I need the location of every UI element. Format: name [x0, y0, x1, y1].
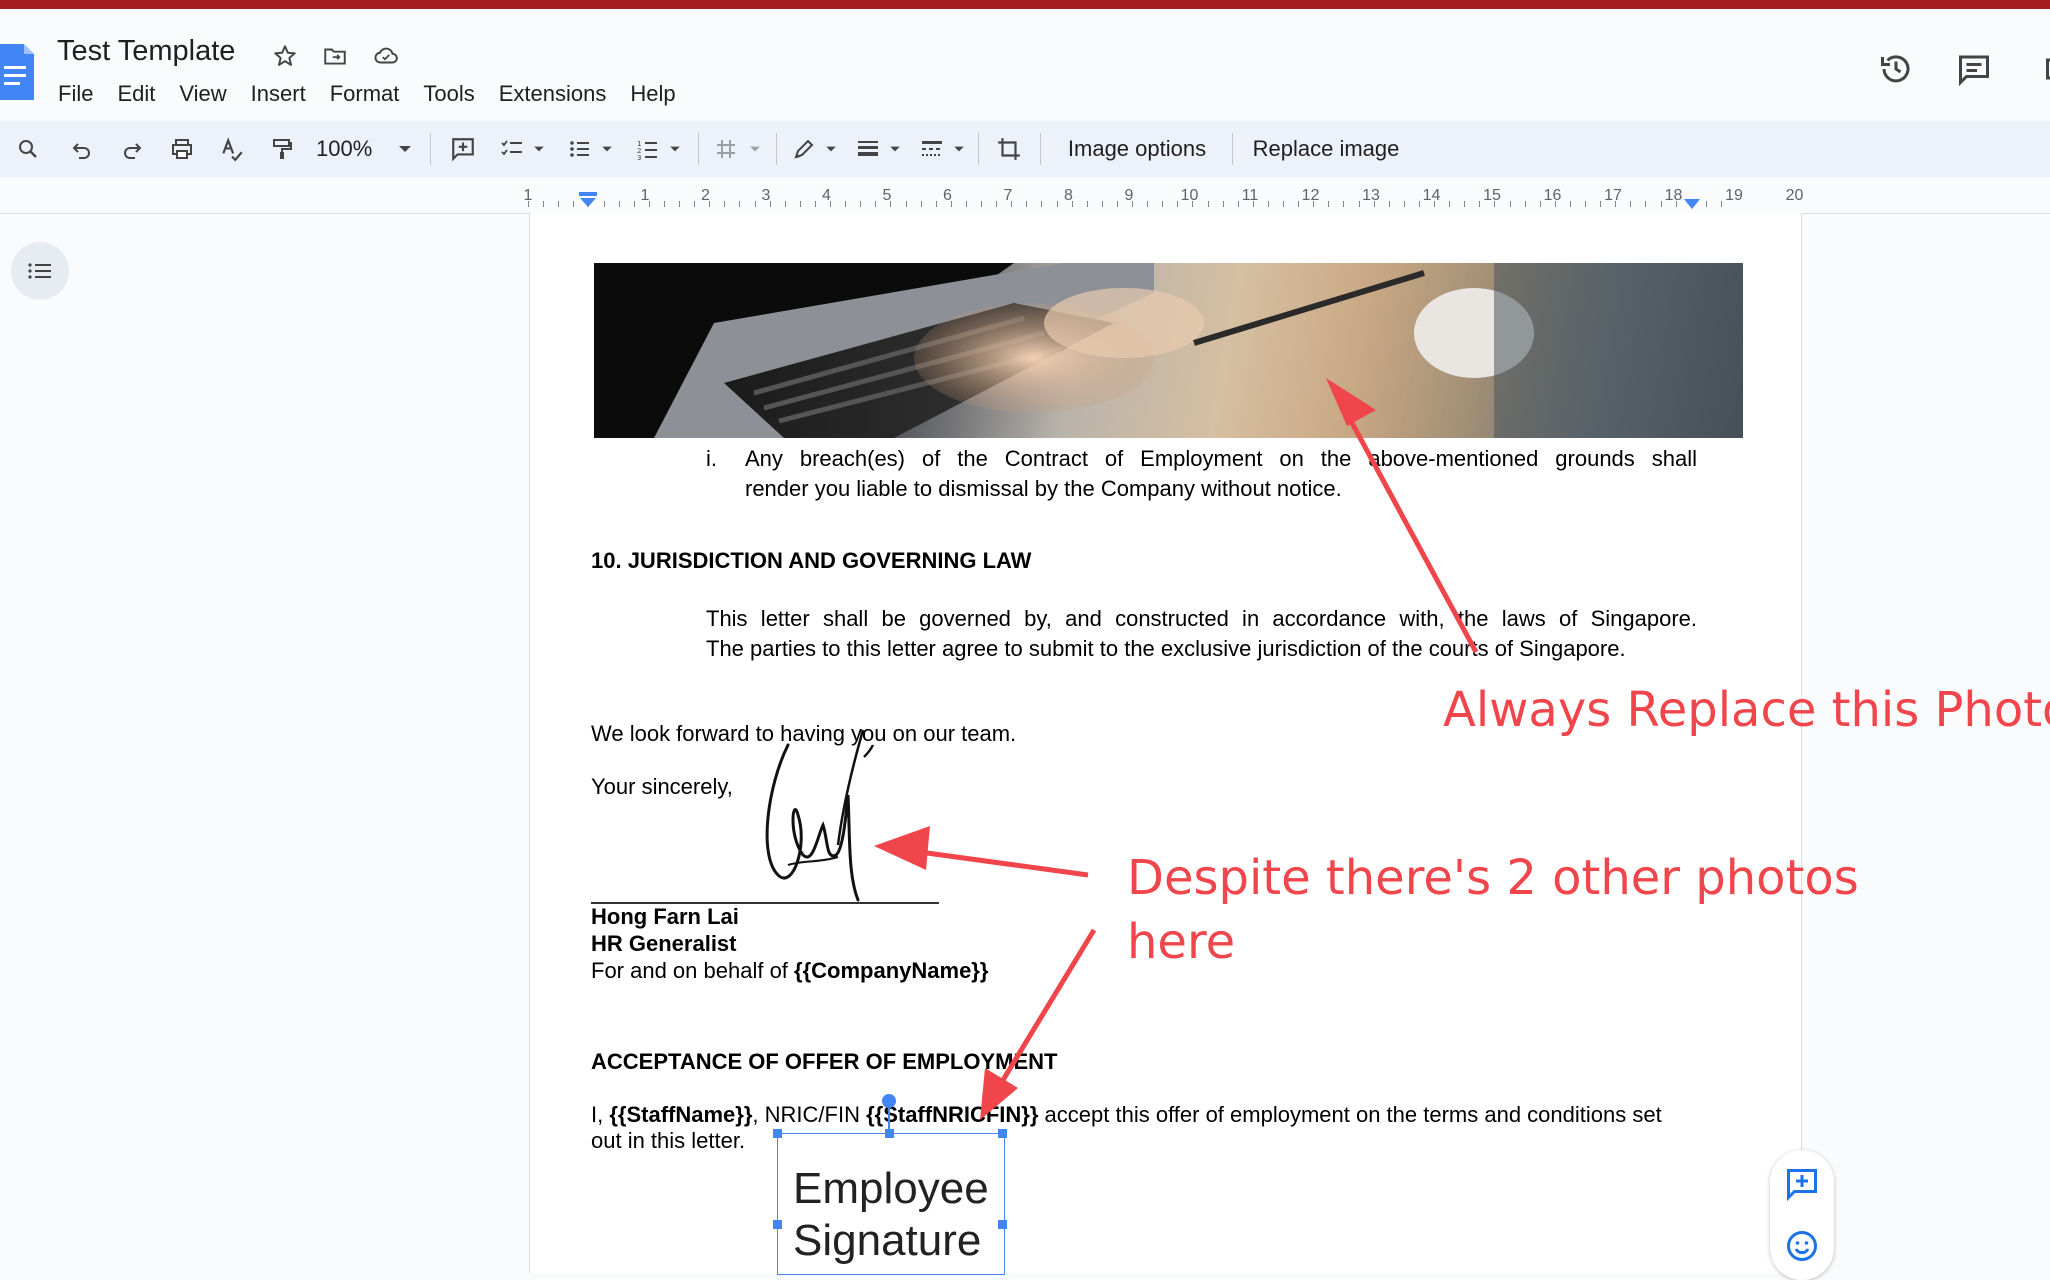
annotation-despite-line-2: here — [1127, 914, 1236, 970]
arrow-head-signature-icon — [874, 826, 930, 870]
annotation-arrows — [874, 378, 1479, 1120]
annotation-always-replace: Always Replace this Photo — [1443, 682, 2050, 738]
annotation-arrow-to-signature — [904, 847, 1089, 878]
annotation-despite-line-1: Despite there's 2 other photos — [1127, 850, 1859, 906]
add-emoji-reaction-icon[interactable] — [1784, 1228, 1820, 1269]
arrow-head-employee-signature-icon — [980, 1068, 1018, 1120]
annotation-arrow-to-banner — [1342, 408, 1479, 654]
arrow-head-banner-icon — [1326, 378, 1376, 426]
floating-side-actions — [1770, 1150, 1834, 1280]
add-comment-icon[interactable] — [1784, 1166, 1820, 1207]
annotation-arrow-to-employee-signature — [997, 928, 1097, 1087]
